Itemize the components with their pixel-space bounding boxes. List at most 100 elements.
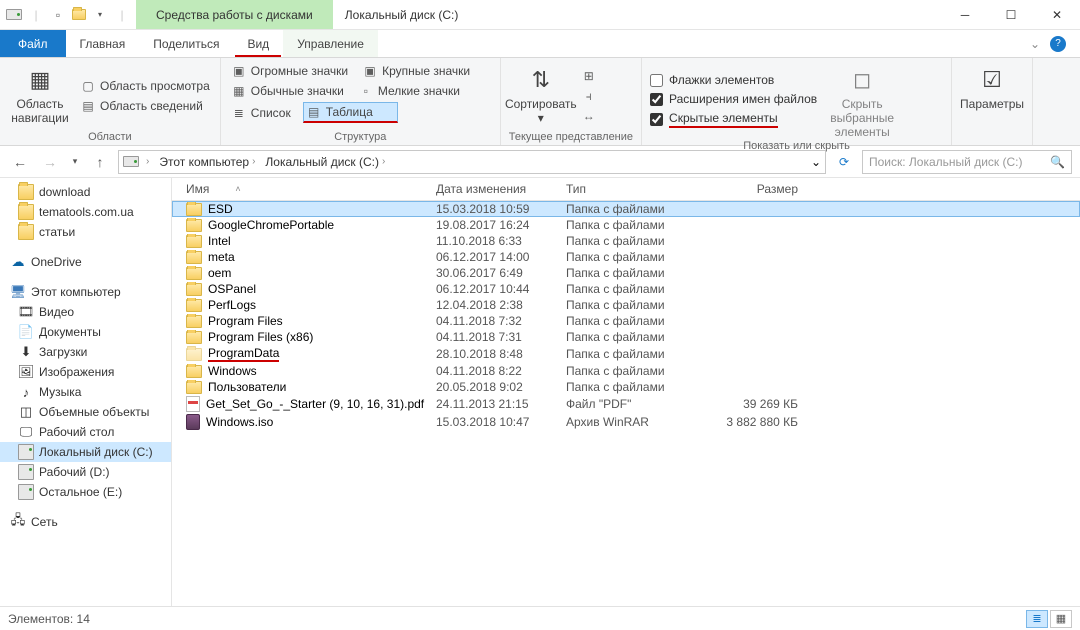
breadcrumb-drive-c[interactable]: Локальный диск (C:)› — [262, 155, 388, 169]
pdf-icon — [186, 396, 200, 412]
navigation-pane-button[interactable]: ▦ Область навигации — [8, 62, 72, 130]
search-icon: 🔍 — [1050, 155, 1065, 169]
tree-item-download[interactable]: download — [0, 182, 171, 202]
medium-icons-button[interactable]: ▦Обычные значки — [229, 82, 346, 100]
table-row[interactable]: Intel11.10.2018 6:33Папка с файлами — [172, 233, 1080, 249]
column-name[interactable]: Имя˄ — [186, 182, 436, 196]
table-row[interactable]: OSPanel06.12.2017 10:44Папка с файлами — [172, 281, 1080, 297]
content-area: download tematools.com.ua статьи ☁OneDri… — [0, 178, 1080, 606]
search-input[interactable]: Поиск: Локальный диск (C:) 🔍 — [862, 150, 1072, 174]
tree-item-3d-objects[interactable]: ◫Объемные объекты — [0, 402, 171, 422]
tree-item-tematools[interactable]: tematools.com.ua — [0, 202, 171, 222]
sort-by-button[interactable]: ⇅ Сортировать ▾ — [509, 62, 573, 130]
size-columns-button[interactable]: ↔ — [579, 107, 599, 125]
hidden-items-checkbox[interactable]: Скрытые элементы — [650, 110, 817, 129]
file-type: Папка с файлами — [566, 234, 706, 248]
breadcrumb-dropdown-icon[interactable]: ⌄ — [811, 155, 821, 169]
table-row[interactable]: Program Files04.11.2018 7:32Папка с файл… — [172, 313, 1080, 329]
table-row[interactable]: Windows04.11.2018 8:22Папка с файлами — [172, 363, 1080, 379]
recent-locations-button[interactable]: ▾ — [68, 150, 82, 174]
tree-item-network[interactable]: 🖧Сеть — [0, 512, 171, 532]
tree-item-drive-d[interactable]: Рабочий (D:) — [0, 462, 171, 482]
table-row[interactable]: GoogleChromePortable19.08.2017 16:24Папк… — [172, 217, 1080, 233]
folder-icon — [186, 251, 202, 264]
column-size[interactable]: Размер — [706, 182, 816, 196]
qat-dropdown-icon[interactable]: ▾ — [92, 7, 108, 23]
breadcrumb-this-pc[interactable]: Этот компьютер› — [156, 155, 258, 169]
table-row[interactable]: ESD15.03.2018 10:59Папка с файлами — [172, 201, 1080, 217]
preview-pane-button[interactable]: ▢Область просмотра — [78, 77, 212, 95]
qat-divider2: | — [114, 7, 130, 23]
ribbon: ▦ Область навигации ▢Область просмотра ▤… — [0, 58, 1080, 146]
tab-manage[interactable]: Управление — [283, 30, 378, 57]
list-view-button[interactable]: ≣Список — [229, 102, 293, 123]
forward-button[interactable]: → — [38, 150, 62, 174]
folder-icon — [186, 331, 202, 344]
tree-item-drive-c[interactable]: Локальный диск (C:) — [0, 442, 171, 462]
table-row[interactable]: oem30.06.2017 6:49Папка с файлами — [172, 265, 1080, 281]
sort-indicator-icon: ˄ — [235, 184, 240, 194]
group-by-button[interactable]: ⊞ — [579, 67, 599, 85]
column-headers[interactable]: Имя˄ Дата изменения Тип Размер — [172, 178, 1080, 201]
group-show-hide: Флажки элементов Расширения имен файлов … — [642, 58, 952, 145]
tree-item-documents[interactable]: 📄Документы — [0, 322, 171, 342]
sort-icon: ⇅ — [525, 64, 557, 96]
table-icon: ▤ — [306, 104, 322, 120]
help-icon[interactable]: ? — [1050, 36, 1066, 52]
tree-item-articles[interactable]: статьи — [0, 222, 171, 242]
options-button[interactable]: ☑ Параметры — [960, 62, 1024, 130]
table-row[interactable]: Windows.iso15.03.2018 10:47Архив WinRAR3… — [172, 413, 1080, 431]
details-view-button[interactable]: ▤Таблица — [303, 102, 398, 123]
navigation-tree[interactable]: download tematools.com.ua статьи ☁OneDri… — [0, 178, 172, 606]
collapse-ribbon-icon[interactable]: ⌄ — [1030, 37, 1040, 51]
maximize-button[interactable]: ☐ — [988, 0, 1034, 29]
tab-share[interactable]: Поделиться — [139, 30, 233, 57]
small-icons-button[interactable]: ▫Мелкие значки — [356, 82, 462, 100]
file-date: 04.11.2018 7:32 — [436, 314, 566, 328]
up-button[interactable]: ↑ — [88, 150, 112, 174]
icons-view-mode-button[interactable]: ▦ — [1050, 610, 1072, 628]
large-icons-button[interactable]: ▣Крупные значки — [360, 62, 472, 80]
file-extensions-checkbox[interactable]: Расширения имен файлов — [650, 91, 817, 107]
table-row[interactable]: ProgramData28.10.2018 8:48Папка с файлам… — [172, 345, 1080, 363]
column-type[interactable]: Тип — [566, 182, 706, 196]
breadcrumb[interactable]: › Этот компьютер› Локальный диск (C:)› ⌄ — [118, 150, 826, 174]
file-name: PerfLogs — [208, 298, 256, 312]
tree-item-pictures[interactable]: 🖼Изображения — [0, 362, 171, 382]
table-row[interactable]: Program Files (x86)04.11.2018 7:31Папка … — [172, 329, 1080, 345]
add-columns-button[interactable]: ⫞ — [579, 87, 599, 105]
table-row[interactable]: meta06.12.2017 14:00Папка с файлами — [172, 249, 1080, 265]
item-checkboxes-checkbox[interactable]: Флажки элементов — [650, 72, 817, 88]
tree-item-onedrive[interactable]: ☁OneDrive — [0, 252, 171, 272]
table-row[interactable]: PerfLogs12.04.2018 2:38Папка с файлами — [172, 297, 1080, 313]
qat-folder-icon[interactable] — [72, 9, 86, 20]
file-name: GoogleChromePortable — [208, 218, 334, 232]
tree-item-drive-e[interactable]: Остальное (E:) — [0, 482, 171, 502]
details-pane-button[interactable]: ▤Область сведений — [78, 97, 212, 115]
tab-view[interactable]: Вид — [233, 30, 283, 57]
minimize-button[interactable]: ─ — [942, 0, 988, 29]
tab-file[interactable]: Файл — [0, 30, 66, 57]
extra-large-icons-button[interactable]: ▣Огромные значки — [229, 62, 350, 80]
details-view-mode-button[interactable]: ≣ — [1026, 610, 1048, 628]
refresh-button[interactable]: ⟳ — [832, 150, 856, 174]
back-button[interactable]: ← — [8, 150, 32, 174]
file-list[interactable]: ESD15.03.2018 10:59Папка с файламиGoogle… — [172, 201, 1080, 431]
close-button[interactable]: ✕ — [1034, 0, 1080, 29]
column-date[interactable]: Дата изменения — [436, 182, 566, 196]
hide-selected-button[interactable]: ◻ Скрыть выбранные элементы — [823, 62, 901, 139]
tree-item-videos[interactable]: 🎞Видео — [0, 302, 171, 322]
file-type: Папка с файлами — [566, 282, 706, 296]
group-current-view: ⇅ Сортировать ▾ ⊞ ⫞ ↔ Текущее представле… — [501, 58, 642, 145]
file-date: 06.12.2017 10:44 — [436, 282, 566, 296]
qat-props-icon[interactable]: ▫ — [50, 7, 66, 23]
table-row[interactable]: Get_Set_Go_-_Starter (9, 10, 16, 31).pdf… — [172, 395, 1080, 413]
table-row[interactable]: Пользователи20.05.2018 9:02Папка с файла… — [172, 379, 1080, 395]
tree-item-desktop[interactable]: 🖵Рабочий стол — [0, 422, 171, 442]
tab-home[interactable]: Главная — [66, 30, 140, 57]
tree-item-downloads[interactable]: ⬇Загрузки — [0, 342, 171, 362]
file-type: Архив WinRAR — [566, 415, 706, 429]
tree-item-this-pc[interactable]: 🖥Этот компьютер — [0, 282, 171, 302]
tree-item-music[interactable]: ♪Музыка — [0, 382, 171, 402]
drive-icon — [6, 7, 22, 23]
